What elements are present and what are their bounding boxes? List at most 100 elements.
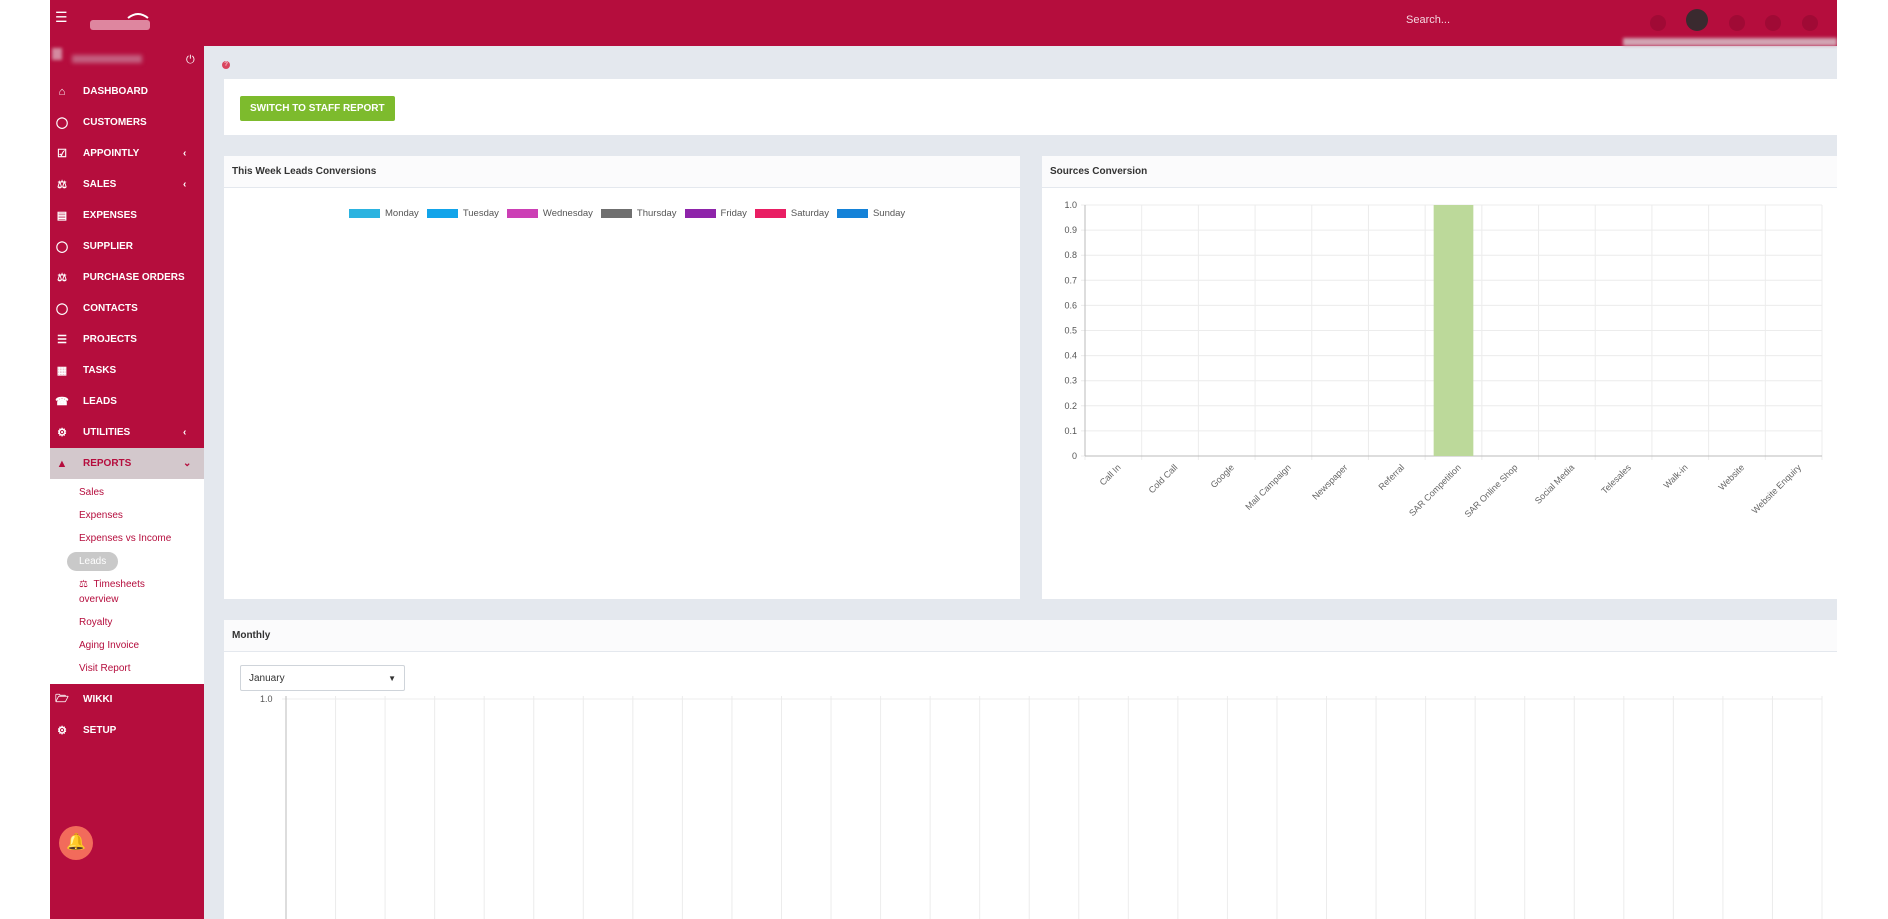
leads-conversions-panel: This Week Leads Conversions Monday Tuesda… (224, 156, 1020, 599)
reports-submenu-item[interactable]: Royalty (50, 611, 204, 634)
topbar-icons (1650, 9, 1834, 32)
legend-item[interactable]: Sunday (836, 208, 906, 219)
settings-icon[interactable] (1765, 15, 1782, 31)
sidebar-menu: ⌂ DASHBOARD ◯ CUSTOMERS ☑ APPOINTLY ‹ ⚖ SALES ‹ ▤ E… (50, 76, 204, 479)
balance-scale-icon: ⚖ (79, 579, 94, 590)
reports-submenu-item[interactable]: Sales (50, 481, 204, 504)
sidebar-item-leads[interactable]: ☎ LEADS (50, 386, 204, 417)
reports-submenu-item[interactable]: ⚖ Timesheets overview (50, 573, 179, 611)
balance-scale-icon: ⚖ (57, 179, 67, 191)
sidebar-item-label: REPORTS (83, 458, 132, 469)
legend-label: Tuesday (462, 208, 499, 219)
sidebar-item-projects[interactable]: ☰ PROJECTS (50, 324, 204, 355)
sources-conversion-panel: Sources Conversion 0 0.1 0.2 0.3 0.4 0.5 0.6 0.… (1042, 156, 1837, 599)
legend-item[interactable]: Monday (349, 208, 419, 219)
reports-submenu-item[interactable]: Aging Invoice (50, 634, 204, 657)
sidebar-item-dashboard[interactable]: ⌂ DASHBOARD (50, 76, 204, 107)
chevron-left-icon: ‹ (183, 427, 187, 438)
sidebar-item-label: APPOINTLY (83, 148, 140, 159)
reports-submenu-item[interactable]: Visit Report (50, 657, 204, 680)
sidebar-item-purchase-orders[interactable]: ⚖ PURCHASE ORDERS (50, 262, 204, 293)
x-tick-label: SAR Competition (1407, 462, 1463, 518)
gear-icon: ⚙ (57, 725, 67, 737)
panel-title: This Week Leads Conversions (224, 156, 1020, 188)
reports-submenu-item[interactable]: Leads (50, 550, 204, 573)
submenu-label: Leads (67, 552, 119, 571)
user-name (72, 55, 142, 63)
sidebar-item-label: UTILITIES (83, 427, 131, 438)
switch-to-staff-report-button[interactable]: SWITCH TO STAFF REPORT (240, 96, 395, 121)
sidebar-item-label: PROJECTS (83, 334, 137, 345)
calendar-icon[interactable] (1801, 15, 1818, 31)
sidebar-item-appointly[interactable]: ☑ APPOINTLY ‹ (50, 138, 204, 169)
y-tick-label: 0.2 (1064, 401, 1077, 411)
user-avatar[interactable] (1686, 9, 1709, 31)
sidebar-item-utilities[interactable]: ⚙ UTILITIES ‹ (50, 417, 204, 448)
sidebar-item-label: CONTACTS (83, 303, 138, 314)
sidebar-item-sales[interactable]: ⚖ SALES ‹ (50, 169, 204, 200)
y-tick-label: 0.8 (1064, 250, 1077, 260)
hamburger-menu-icon[interactable]: ☰ (55, 9, 68, 26)
sidebar-item-reports[interactable]: ▲ REPORTS ⌄ (50, 448, 204, 479)
sidebar-item-label: SALES (83, 179, 117, 190)
legend-item[interactable]: Tuesday (426, 208, 499, 219)
y-tick-label: 0.9 (1064, 225, 1077, 235)
sidebar-menu-bottom: 🗁 WIKKI ⚙ SETUP (50, 684, 204, 746)
avatar[interactable] (52, 48, 62, 60)
report-switch-panel: SWITCH TO STAFF REPORT (224, 79, 1837, 135)
blurred-toolbar (1623, 38, 1837, 46)
messages-icon[interactable] (1728, 15, 1745, 31)
sidebar-item-wikki[interactable]: 🗁 WIKKI (50, 684, 204, 715)
sidebar-item-label: EXPENSES (83, 210, 137, 221)
sidebar-item-label: SUPPLIER (83, 241, 134, 252)
home-icon: ⌂ (58, 85, 66, 98)
user-icon: ◯ (55, 117, 69, 129)
sidebar-item-label: SETUP (83, 725, 117, 736)
file-icon: ▤ (56, 210, 68, 222)
sidebar-item-label: DASHBOARD (83, 86, 148, 97)
sidebar-item-expenses[interactable]: ▤ EXPENSES (50, 200, 204, 231)
legend-swatch (754, 209, 786, 218)
legend-item[interactable]: Saturday (754, 208, 829, 219)
y-tick-label: 0.6 (1064, 300, 1077, 310)
month-select[interactable]: January ▼ (240, 665, 405, 691)
legend-item[interactable]: Friday (684, 208, 747, 219)
sidebar-item-tasks[interactable]: ▦ TASKS (50, 355, 204, 386)
x-tick-label: Telesales (1599, 462, 1633, 496)
x-tick-label: Walk-in (1662, 462, 1690, 490)
x-tick-label: SAR Online Shop (1463, 462, 1520, 519)
sidebar-item-supplier[interactable]: ◯ SUPPLIER (50, 231, 204, 262)
sidebar-item-setup[interactable]: ⚙ SETUP (50, 715, 204, 746)
calendar-check-icon: ☑ (57, 148, 67, 160)
legend-swatch (426, 209, 458, 218)
legend-swatch (600, 209, 632, 218)
legend-item[interactable]: Wednesday (506, 208, 593, 219)
month-select-value: January (249, 673, 285, 684)
reports-submenu-item[interactable]: Expenses (50, 504, 204, 527)
y-tick-label: 0 (1072, 451, 1077, 461)
sidebar-item-contacts[interactable]: ◯ CONTACTS (50, 293, 204, 324)
submenu-label: Expenses (79, 510, 123, 521)
panel-title: Monthly (224, 620, 1837, 652)
legend-item[interactable]: Thursday (600, 208, 677, 219)
legend-swatch (684, 209, 716, 218)
balance-scale-icon: ⚖ (57, 272, 67, 284)
company-logo (90, 13, 150, 30)
legend-label: Sunday (872, 208, 906, 219)
notification-icon[interactable] (1650, 15, 1666, 31)
legend-swatch (506, 209, 538, 218)
sidebar-item-customers[interactable]: ◯ CUSTOMERS (50, 107, 204, 138)
monthly-panel: Monthly January ▼ 1.0 (224, 620, 1837, 919)
chart-legend: Monday Tuesday Wednesday Thursday Friday Satu… (349, 208, 913, 219)
help-icon[interactable]: ? (222, 61, 230, 69)
reports-submenu-item[interactable]: Expenses vs Income (50, 527, 204, 550)
y-tick-label: 0.3 (1064, 376, 1077, 386)
sidebar-item-label: CUSTOMERS (83, 117, 147, 128)
cogs-icon: ⚙ (57, 427, 67, 439)
search-input[interactable]: Search... (1406, 14, 1450, 26)
app-window: ☰ Search... ⏻ ⌂ DASHBOARD ◯ CUSTOMERS ☑ APPOI… (50, 0, 1837, 919)
notifications-bell-icon[interactable]: 🔔 (59, 826, 93, 860)
power-icon[interactable]: ⏻ (186, 54, 195, 67)
legend-label: Saturday (790, 208, 829, 219)
panel-title: Sources Conversion (1042, 156, 1837, 188)
